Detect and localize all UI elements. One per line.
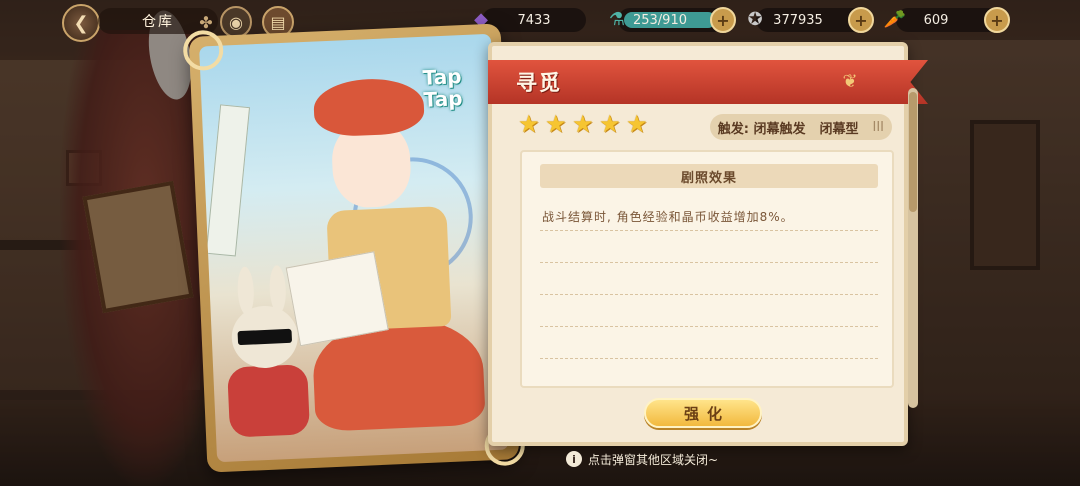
stamina-value: 253/910 [632,12,687,28]
close-hint: i 点击弹窗其他区域关闭~ [566,450,718,468]
still-title: 寻觅 [516,71,562,95]
info-icon: i [566,451,582,467]
bunny-coat [227,364,311,438]
dashed-divider [540,326,878,327]
effect-description: 战斗结算时, 角色经验和晶币收益增加8%。 [542,210,794,224]
dashed-divider [540,294,878,295]
scrollbar-thumb[interactable] [909,92,917,212]
eye-icon[interactable]: ◉ [220,6,252,38]
coin-value: 377935 [773,12,823,28]
carrot-counter: 🥕 609 + [884,7,1010,33]
back-button[interactable]: ❮ [62,4,100,42]
star-icon: ★ [572,110,594,138]
star-icon: ★ [518,110,540,138]
carrot-value: 609 [923,12,949,28]
type-level: III [872,119,884,135]
dashed-divider [540,230,878,231]
dashed-divider [540,262,878,263]
sunglasses [237,328,293,346]
star-icon: ★ [545,110,567,138]
add-coin-button[interactable]: + [848,7,874,33]
star-icon: ★ [599,110,621,138]
coin-counter: ✪ 377935 + [747,7,874,33]
top-bar: ❮ 仓库 ✤ ◉ ▤ ◆ 7433 ⚗ 253/910 + ✪ 377935 +… [0,0,1080,42]
banner-decoration [205,104,251,257]
add-carrot-button[interactable]: + [984,7,1010,33]
trigger-label: 触发: 闭幕触发 [717,121,806,137]
taptap-logo: Tap Tap [422,64,463,112]
add-stamina-button[interactable]: + [710,7,736,33]
still-card: Tap Tap [182,23,526,473]
stamina-counter: ⚗ 253/910 + [609,7,736,33]
ornament-icon: ❦ [842,71,858,92]
character-beret [312,76,426,138]
scrollbar[interactable] [908,88,918,408]
card-illustration: Tap Tap [199,33,509,463]
upgrade-button[interactable]: 强化 [644,398,762,428]
title-ribbon: 寻觅 ❦ [488,60,928,104]
star-icon: ★ [626,110,648,138]
effect-header: 剧照效果 [540,164,878,188]
close-hint-text: 点击弹窗其他区域关闭~ [588,452,719,467]
dashed-divider [540,358,878,359]
bunny-companion [223,264,311,438]
back-arrow-icon: ❮ [73,12,89,34]
trigger-tags: 触发: 闭幕触发 闭幕型 III [709,114,892,140]
still-detail-panel: 寻觅 ❦ ★ ★ ★ ★ ★ 触发: 闭幕触发 闭幕型 III 剧照效果 战斗结… [488,42,928,446]
effect-box: 剧照效果 战斗结算时, 角色经验和晶币收益增加8%。 [520,150,894,388]
star-rating: ★ ★ ★ ★ ★ [518,112,650,140]
type-label: 闭幕型 [819,121,859,137]
